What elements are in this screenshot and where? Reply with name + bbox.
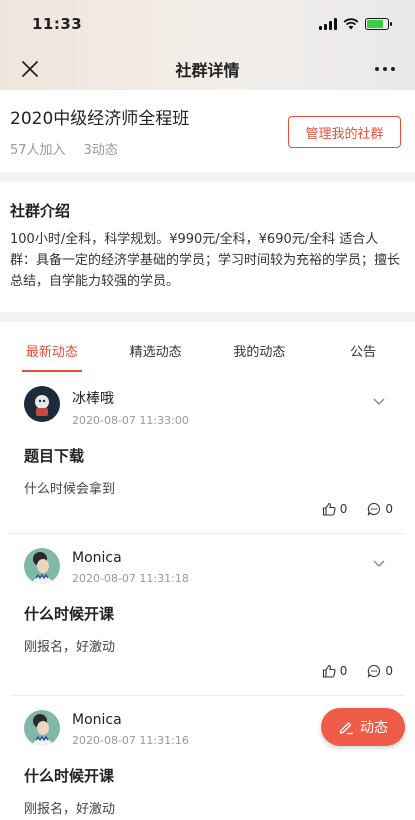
system-icons [319, 18, 392, 30]
author-name: 冰棒哦 [72, 391, 114, 407]
post-header: 冰棒哦 2020-08-07 11:33:00 [24, 386, 393, 427]
chevron-down-icon[interactable] [373, 560, 385, 568]
like-button[interactable]: 0 [322, 502, 348, 516]
chevron-down-icon[interactable] [373, 398, 385, 406]
post-count: 3动态 [83, 143, 118, 158]
close-icon [22, 61, 38, 77]
post-actions: 0 0 [322, 502, 393, 516]
avatar[interactable] [24, 386, 60, 422]
comment-count: 0 [385, 664, 393, 678]
comment-icon [368, 664, 381, 678]
like-count: 0 [339, 664, 348, 678]
status-bar: 11:33 [0, 0, 415, 48]
post-time: 2020-08-07 11:33:00 [72, 414, 189, 427]
group-header: 2020中级经济师全程班 57人加入 3动态 管理我的社群 [0, 90, 415, 172]
page-title: 社群详情 [175, 61, 240, 80]
comment-button[interactable]: 0 [367, 502, 393, 516]
new-post-label: 动态 [360, 720, 388, 736]
avatar[interactable] [24, 548, 60, 584]
tab-announcement[interactable]: 公告 [311, 328, 415, 372]
signal-icon [319, 18, 337, 30]
post-body: 刚报名，好激动 [24, 802, 116, 817]
feed-tabs: 最新动态 精选动态 我的动态 公告 [0, 322, 415, 372]
more-button[interactable] [373, 57, 397, 81]
post-item[interactable]: 冰棒哦 2020-08-07 11:33:00 题目下载 什么时候会拿到 0 0 [10, 372, 405, 534]
status-time: 11:33 [32, 15, 83, 33]
group-intro: 社群介绍 100小时/全科，科学规划。¥990元/全科，¥690元/全科 适合人… [0, 182, 415, 312]
author-name: Monica [72, 550, 122, 566]
more-icon [375, 67, 395, 71]
post-title: 什么时候开课 [24, 605, 115, 623]
post-item[interactable]: Monica 2020-08-07 11:31:18 什么时候开课 刚报名，好激… [10, 534, 405, 696]
member-count: 57人加入 [10, 143, 66, 158]
like-button[interactable]: 0 [322, 664, 348, 678]
comment-count: 0 [385, 502, 393, 516]
post-header: Monica 2020-08-07 11:31:18 [24, 548, 393, 585]
tab-featured[interactable]: 精选动态 [104, 328, 208, 372]
nav-bar: 社群详情 [0, 48, 415, 90]
top-bar: 11:33 社群详情 [0, 0, 415, 90]
intro-title: 社群介绍 [10, 202, 71, 220]
thumbs-up-icon [322, 664, 336, 678]
new-post-button[interactable]: 动态 [321, 708, 405, 746]
post-actions: 0 0 [322, 664, 393, 678]
post-time: 2020-08-07 11:31:18 [72, 572, 189, 585]
comment-button[interactable]: 0 [367, 664, 393, 678]
author-name: Monica [72, 712, 122, 728]
close-button[interactable] [18, 57, 42, 81]
post-time: 2020-08-07 11:31:16 [72, 734, 189, 747]
post-body: 刚报名，好激动 [24, 640, 116, 655]
tab-latest[interactable]: 最新动态 [0, 328, 104, 372]
like-count: 0 [339, 502, 348, 516]
thumbs-up-icon [322, 502, 336, 516]
wifi-icon [343, 18, 359, 30]
avatar[interactable] [24, 710, 60, 746]
battery-icon [365, 18, 392, 30]
comment-icon [368, 502, 381, 516]
post-title: 题目下载 [24, 447, 85, 465]
intro-text: 100小时/全科，科学规划。¥990元/全科，¥690元/全科 适合人群：具备一… [10, 232, 401, 289]
tab-mine[interactable]: 我的动态 [208, 328, 312, 372]
manage-group-button[interactable]: 管理我的社群 [288, 116, 401, 148]
post-title: 什么时候开课 [24, 767, 115, 785]
post-body: 什么时候会拿到 [24, 482, 116, 497]
edit-icon [339, 722, 354, 735]
